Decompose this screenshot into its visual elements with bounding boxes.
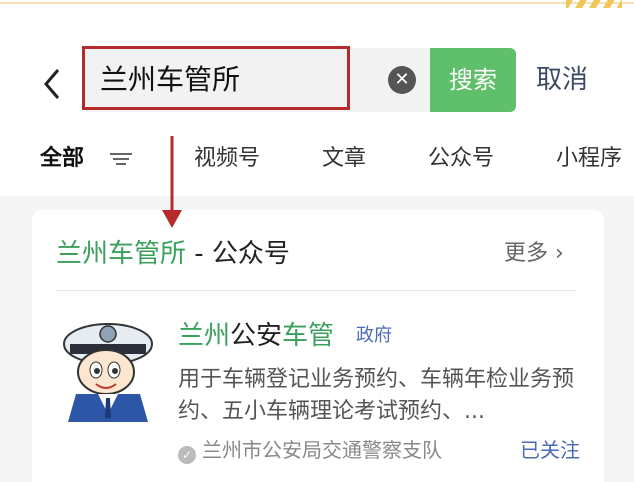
account-name-middle: 公安: [230, 321, 283, 351]
account-description: 用于车辆登记业务预约、车辆年检业务预约、五小车辆理论考试预约、...: [178, 367, 575, 424]
cancel-button[interactable]: 取消: [536, 62, 588, 98]
chevron-left-icon: [44, 69, 60, 99]
chevron-right-icon: ›: [555, 241, 564, 266]
clear-circle-icon[interactable]: ✕: [388, 66, 416, 94]
government-badge: 政府: [356, 325, 392, 346]
tab-bar: 全部 视频号 文章 公众号 小程序: [0, 136, 634, 186]
more-label: 更多: [504, 241, 549, 266]
search-input[interactable]: 兰州车管所: [100, 60, 240, 100]
follow-status[interactable]: 已关注: [520, 436, 580, 464]
back-button[interactable]: [40, 66, 70, 102]
account-name[interactable]: 兰州公安车管: [178, 318, 334, 354]
verified-by: 兰州市公安局交通警察支队: [202, 438, 442, 462]
avatar[interactable]: [52, 310, 164, 422]
tab-video[interactable]: 视频号: [194, 136, 260, 182]
tab-all[interactable]: 全部: [40, 136, 84, 182]
decorative-stripes: [566, 0, 622, 8]
more-link[interactable]: 更多 ›: [504, 238, 564, 270]
verified-icon: ✓: [178, 446, 196, 464]
verification-info: ✓ 兰州市公安局交通警察支队: [178, 436, 442, 464]
filter-icon[interactable]: [110, 150, 132, 166]
card-title: 兰州车管所 - 公众号: [56, 236, 290, 272]
card-divider: [56, 290, 576, 291]
account-name-keyword-2: 车管: [282, 321, 335, 351]
search-button[interactable]: 搜索: [430, 48, 516, 112]
card-title-type: - 公众号: [186, 239, 290, 269]
tab-mini-programs[interactable]: 小程序: [556, 136, 634, 182]
top-divider: [0, 0, 634, 6]
account-name-keyword-1: 兰州: [178, 321, 231, 351]
tab-articles[interactable]: 文章: [322, 136, 366, 182]
tab-official-accounts[interactable]: 公众号: [428, 136, 494, 182]
card-title-keyword: 兰州车管所: [56, 239, 187, 269]
